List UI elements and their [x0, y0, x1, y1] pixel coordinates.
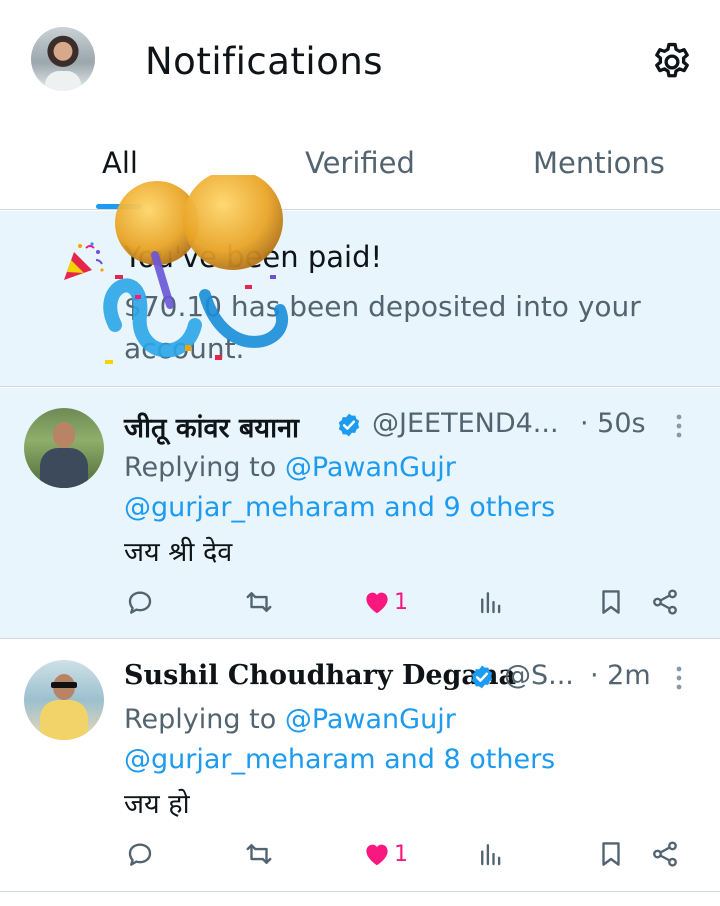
reply-icon [128, 843, 152, 866]
reply-context: Replying to @PawanGujr [124, 700, 684, 740]
bookmark-button[interactable] [596, 585, 626, 619]
retweet-icon [246, 844, 272, 864]
like-button[interactable]: 1 [362, 585, 408, 619]
views-button[interactable] [476, 837, 506, 871]
heart-filled-icon [366, 592, 388, 614]
tab-bar: All Verified Mentions [0, 120, 720, 210]
reply-button[interactable] [125, 837, 155, 871]
retweet-button[interactable] [244, 585, 274, 619]
reply-context: Replying to @PawanGujr [124, 448, 684, 488]
tweet-text: जय हो [124, 789, 190, 820]
tweet-time: · 50s [580, 408, 646, 439]
gear-icon[interactable] [650, 40, 694, 84]
reply-mentions-others[interactable]: @gurjar_meharam and 8 others [124, 740, 555, 780]
reply-icon [128, 591, 152, 614]
author-name[interactable]: Sushil Choudhary Degana [124, 660, 516, 691]
reply-prefix: Replying to [124, 704, 285, 735]
more-options-icon[interactable] [673, 664, 685, 692]
like-count: 1 [394, 589, 408, 615]
share-button[interactable] [650, 585, 680, 619]
bookmark-icon [602, 590, 620, 614]
retweet-icon [246, 592, 272, 612]
analytics-icon [481, 844, 501, 866]
author-avatar[interactable] [24, 408, 104, 488]
tab-verified[interactable]: Verified [305, 146, 415, 180]
bookmark-icon [602, 842, 620, 866]
tweet-text: जय श्री देव [124, 537, 233, 568]
reply-button[interactable] [125, 585, 155, 619]
tweet-header: जीतू कांवर बयाना @JEETEND4... · 50s [124, 406, 704, 446]
bookmark-button[interactable] [596, 837, 626, 871]
notification-tweet[interactable]: Sushil Choudhary Degana @S... · 2m Reply… [0, 640, 720, 892]
verified-badge-icon [471, 665, 493, 689]
tab-mentions[interactable]: Mentions [533, 146, 665, 180]
share-icon [653, 841, 677, 867]
reply-mentions-others[interactable]: @gurjar_meharam and 9 others [124, 488, 555, 528]
tweet-time: · 2m [590, 660, 651, 691]
retweet-button[interactable] [244, 837, 274, 871]
party-popper-icon [64, 242, 104, 280]
tweet-header: Sushil Choudhary Degana @S... · 2m [124, 658, 704, 698]
tweet-actions: 1 [0, 585, 720, 619]
tab-all[interactable]: All [102, 146, 138, 180]
reply-mention[interactable]: @PawanGujr [285, 452, 456, 483]
like-count: 1 [394, 841, 408, 867]
analytics-icon [481, 592, 501, 614]
share-button[interactable] [650, 837, 680, 871]
payment-title: You've been paid! [124, 240, 383, 274]
reply-mention[interactable]: @PawanGujr [285, 704, 456, 735]
share-icon [653, 589, 677, 615]
reply-prefix: Replying to [124, 452, 285, 483]
verified-badge-icon [338, 413, 360, 437]
active-tab-indicator [96, 204, 142, 209]
payment-body: $70.10 has been deposited into your acco… [124, 290, 641, 365]
author-name[interactable]: जीतू कांवर बयाना [124, 408, 299, 445]
page-title: Notifications [145, 40, 384, 83]
tweet-actions: 1 [0, 837, 720, 871]
notification-tweet[interactable]: जीतू कांवर बयाना @JEETEND4... · 50s Repl… [0, 388, 720, 639]
heart-filled-icon [366, 844, 388, 866]
author-handle[interactable]: @JEETEND4... [372, 408, 559, 439]
more-options-icon[interactable] [673, 412, 685, 440]
header: Notifications [0, 0, 720, 120]
author-handle[interactable]: @S... [504, 660, 574, 691]
views-button[interactable] [476, 585, 506, 619]
like-button[interactable]: 1 [362, 837, 408, 871]
author-avatar[interactable] [24, 660, 104, 740]
profile-avatar[interactable] [31, 27, 95, 91]
